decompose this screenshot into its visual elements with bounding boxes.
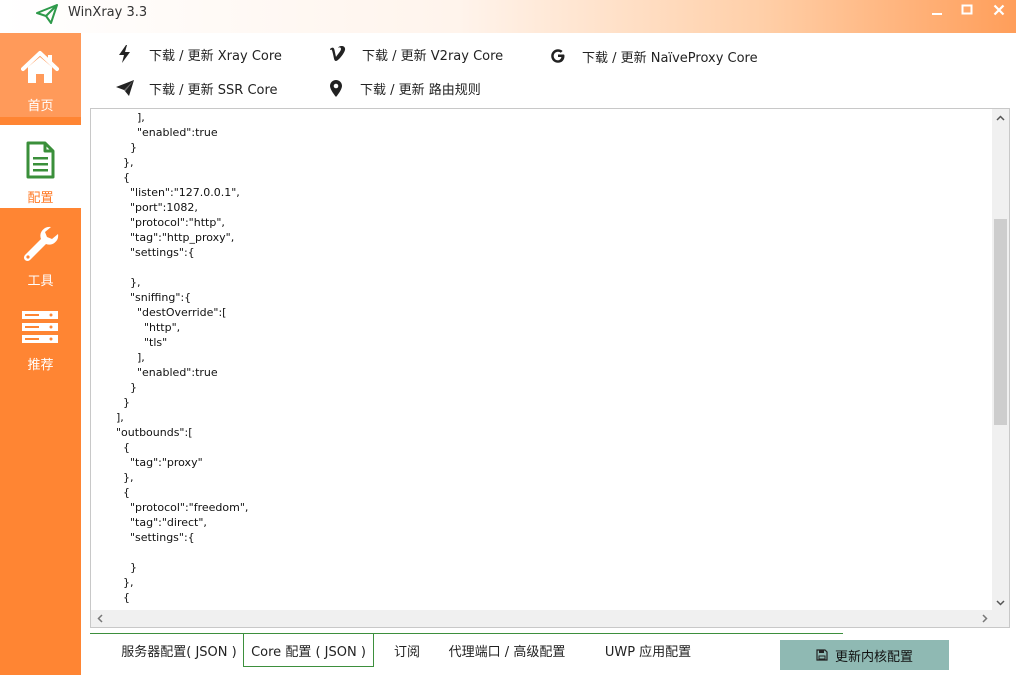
app-title: WinXray 3.3: [68, 5, 148, 20]
sidebar-item-home[interactable]: 首页: [0, 33, 81, 117]
code-line: "tag":"direct",: [109, 516, 207, 529]
code-line: },: [109, 471, 134, 484]
code-line: "outbounds":[: [109, 426, 193, 439]
code-area[interactable]: ], "enabled":true } }, { "listen":"127.0…: [91, 109, 993, 611]
sidebar-item-label: 工具: [27, 274, 54, 289]
core-config-editor[interactable]: ], "enabled":true } }, { "listen":"127.0…: [90, 108, 1010, 628]
code-lines: ], "enabled":true } }, { "listen":"127.0…: [109, 110, 248, 605]
save-icon: [816, 649, 828, 661]
server-icon: [22, 311, 58, 343]
tab-label: 服务器配置( JSON ): [121, 645, 237, 660]
title-bar: WinXray 3.3: [0, 0, 1016, 33]
download-label: 下载 / 更新 Xray Core: [149, 48, 282, 64]
map-pin-icon: [326, 78, 346, 98]
tab-core-config[interactable]: Core 配置 ( JSON ): [243, 634, 374, 667]
tab-subscription[interactable]: 订阅: [382, 634, 432, 667]
update-core-config-button[interactable]: 更新内核配置: [780, 640, 949, 670]
v-logo-icon: [328, 44, 348, 64]
update-button-label: 更新内核配置: [834, 649, 913, 665]
code-line: ],: [109, 351, 145, 364]
download-label: 下载 / 更新 路由规则: [360, 82, 481, 98]
download-v2ray-core-button[interactable]: 下载 / 更新 V2ray Core: [328, 44, 503, 64]
paper-plane-icon: [115, 78, 135, 98]
tab-label: Core 配置 ( JSON ): [251, 644, 366, 660]
document-icon: [26, 141, 55, 179]
chevron-left-icon: [96, 614, 103, 623]
minimize-button[interactable]: [922, 0, 952, 20]
home-icon: [21, 51, 59, 83]
tab-proxy-port-advanced[interactable]: 代理端口 / 高级配置: [440, 634, 574, 667]
code-line: ],: [109, 111, 145, 124]
code-line: {: [109, 171, 130, 184]
sidebar-item-tools[interactable]: 工具: [0, 208, 81, 292]
app-logo-icon: [36, 4, 58, 24]
code-line: },: [109, 576, 134, 589]
scroll-left-button[interactable]: [91, 610, 108, 627]
code-line: "enabled":true: [109, 126, 218, 139]
download-routing-rules-button[interactable]: 下载 / 更新 路由规则: [326, 78, 481, 98]
code-line: "tag":"proxy": [109, 456, 203, 469]
code-line: "tls": [109, 336, 168, 349]
scroll-down-button[interactable]: [992, 594, 1009, 611]
scrollbar-corner: [992, 610, 1009, 627]
close-button[interactable]: [984, 0, 1014, 20]
code-line: }: [109, 396, 130, 409]
download-label: 下载 / 更新 NaïveProxy Core: [582, 50, 758, 66]
tab-uwp-config[interactable]: UWP 应用配置: [592, 634, 704, 667]
download-xray-core-button[interactable]: 下载 / 更新 Xray Core: [115, 44, 282, 64]
chevron-up-icon: [996, 114, 1005, 121]
code-line: "destOverride":[: [109, 306, 227, 319]
sidebar-item-label: 首页: [27, 99, 54, 114]
sidebar-item-label: 推荐: [27, 358, 54, 373]
lightning-icon: [115, 44, 135, 64]
code-line: "tag":"http_proxy",: [109, 231, 235, 244]
code-line: ],: [109, 411, 124, 424]
scroll-right-button[interactable]: [976, 610, 993, 627]
code-line: }: [109, 381, 137, 394]
download-ssr-core-button[interactable]: 下载 / 更新 SSR Core: [115, 78, 278, 98]
maximize-icon: [961, 4, 973, 15]
code-line: "settings":{: [109, 531, 195, 544]
tab-label: 订阅: [393, 645, 420, 660]
sidebar-item-recommend[interactable]: 推荐: [0, 292, 81, 376]
download-naiveproxy-core-button[interactable]: 下载 / 更新 NaïveProxy Core: [548, 46, 758, 66]
code-line: "port":1082,: [109, 201, 198, 214]
chevron-down-icon: [996, 599, 1005, 606]
code-line: "settings":{: [109, 246, 195, 259]
sidebar: 首页 配置 工具 推荐: [0, 33, 81, 675]
code-line: "enabled":true: [109, 366, 218, 379]
code-line: "protocol":"http",: [109, 216, 225, 229]
code-line: },: [109, 156, 134, 169]
minimize-icon: [932, 13, 942, 15]
close-icon: [993, 4, 1005, 16]
code-line: "protocol":"freedom",: [109, 501, 249, 514]
scroll-thumb[interactable]: [994, 219, 1007, 425]
tab-server-config[interactable]: 服务器配置( JSON ): [115, 634, 243, 667]
sidebar-item-config[interactable]: 配置: [0, 125, 81, 208]
code-line: {: [109, 441, 130, 454]
chevron-right-icon: [981, 614, 988, 623]
google-icon: [548, 46, 568, 66]
download-label: 下载 / 更新 SSR Core: [149, 82, 278, 98]
code-line: }: [109, 561, 137, 574]
code-line: "http",: [109, 321, 181, 334]
tab-label: 代理端口 / 高级配置: [448, 645, 566, 660]
sidebar-item-label: 配置: [27, 191, 54, 206]
scroll-up-button[interactable]: [992, 109, 1009, 126]
maximize-button[interactable]: [952, 0, 982, 20]
download-label: 下载 / 更新 V2ray Core: [362, 48, 504, 64]
code-line: "sniffing":{: [109, 291, 192, 304]
code-line: {: [109, 591, 130, 604]
code-line: "listen":"127.0.0.1",: [109, 186, 240, 199]
wrench-icon: [23, 226, 59, 262]
code-line: },: [109, 276, 141, 289]
tab-label: UWP 应用配置: [604, 645, 692, 660]
horizontal-scrollbar[interactable]: [91, 610, 993, 627]
code-line: }: [109, 141, 137, 154]
code-line: {: [109, 486, 130, 499]
vertical-scrollbar[interactable]: [992, 109, 1009, 611]
